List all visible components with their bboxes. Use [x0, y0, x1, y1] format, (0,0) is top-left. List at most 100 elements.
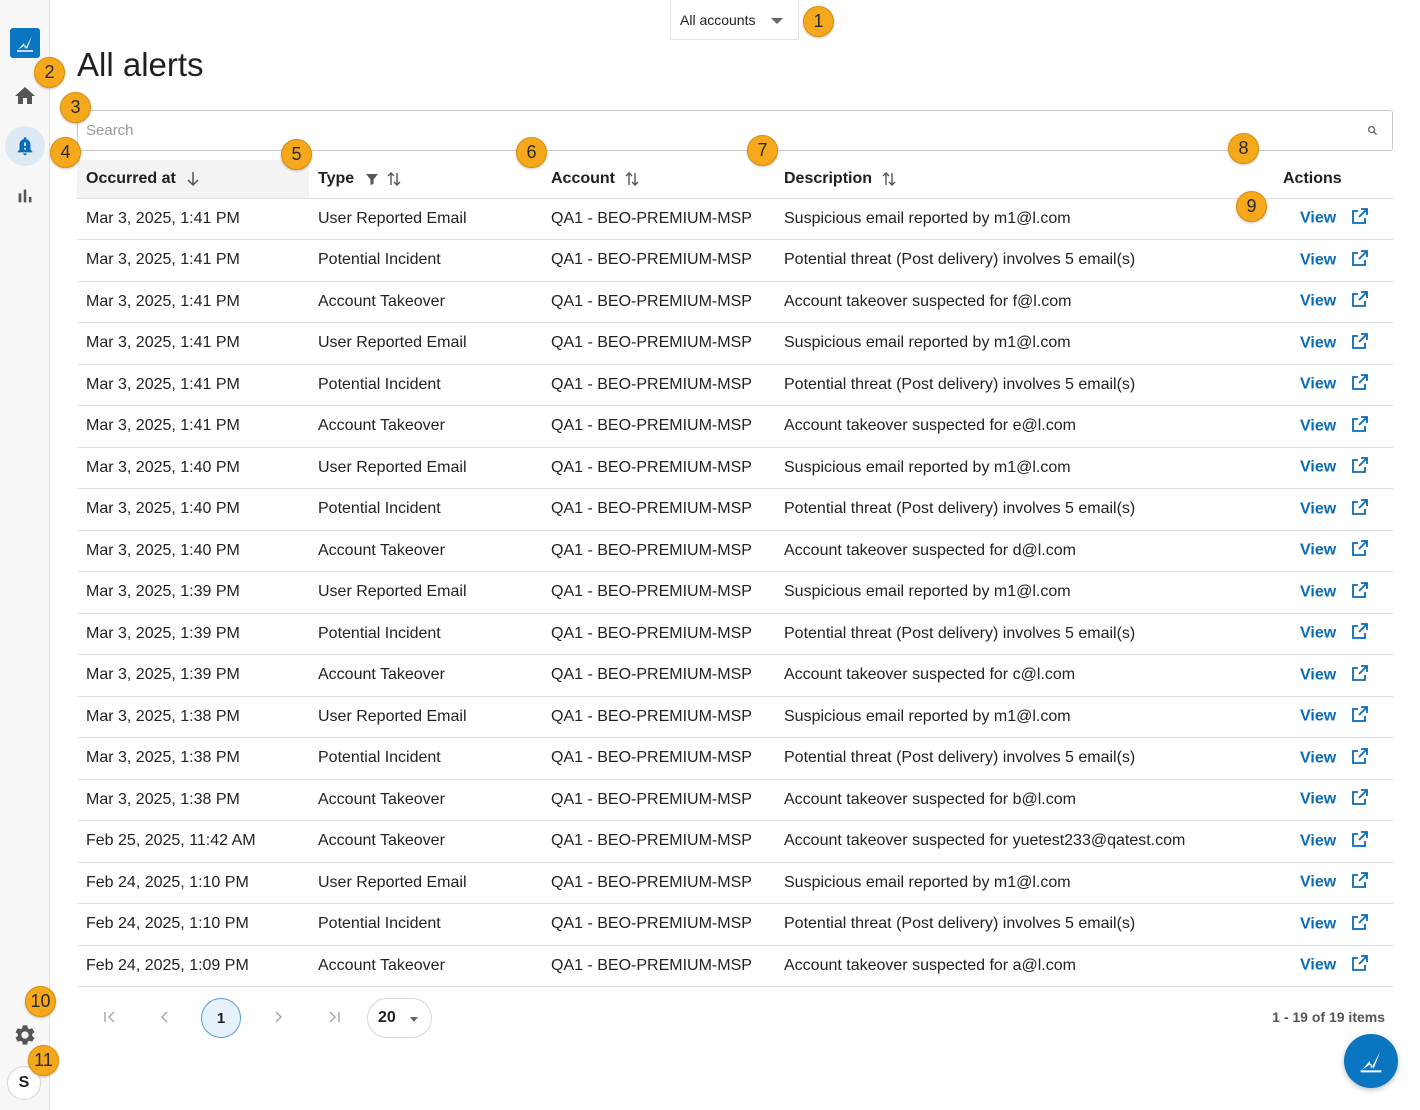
- sidebar-item-reports[interactable]: [5, 176, 45, 216]
- table-row[interactable]: Mar 3, 2025, 1:41 PM Account Takeover QA1 …: [77, 405, 1393, 448]
- open-in-new-icon[interactable]: [1350, 787, 1370, 812]
- open-in-new-icon[interactable]: [1350, 621, 1370, 646]
- first-page-button[interactable]: [90, 997, 130, 1037]
- open-in-new-icon[interactable]: [1350, 331, 1370, 356]
- column-header-description[interactable]: Description: [775, 160, 1245, 199]
- table-row[interactable]: Mar 3, 2025, 1:39 PM Account Takeover QA1 …: [77, 654, 1393, 697]
- filter-icon[interactable]: [365, 172, 379, 186]
- search-icon[interactable]: [1367, 125, 1378, 136]
- table-row[interactable]: Mar 3, 2025, 1:40 PM Account Takeover QA1 …: [77, 530, 1393, 572]
- sort-descending-icon[interactable]: [186, 171, 200, 187]
- table-row[interactable]: Mar 3, 2025, 1:39 PM User Reported Email Q…: [77, 571, 1393, 614]
- view-alert-link[interactable]: View: [1300, 334, 1336, 351]
- account-selector-label: All accounts: [680, 11, 756, 28]
- view-alert-link[interactable]: View: [1300, 293, 1336, 310]
- view-alert-link[interactable]: View: [1300, 791, 1336, 808]
- open-in-new-icon[interactable]: [1350, 248, 1370, 273]
- table-row[interactable]: Mar 3, 2025, 1:38 PM User Reported Email Q…: [77, 696, 1393, 738]
- table-row[interactable]: Mar 3, 2025, 1:39 PM Potential Incident QA…: [77, 613, 1393, 655]
- cell-account: QA1 - BEO-PREMIUM-MSP: [542, 239, 775, 282]
- sort-icon[interactable]: [387, 171, 401, 187]
- open-in-new-icon[interactable]: [1350, 829, 1370, 854]
- table-row[interactable]: Feb 24, 2025, 1:10 PM Potential Incident Q…: [77, 903, 1393, 946]
- sort-icon[interactable]: [882, 171, 896, 187]
- cell-type: Account Takeover: [309, 654, 542, 697]
- table-row[interactable]: Mar 3, 2025, 1:41 PM Potential Incident QA…: [77, 364, 1393, 406]
- cell-actions: View: [1245, 239, 1393, 282]
- column-header-type[interactable]: Type: [309, 160, 542, 199]
- callout-badge: 5: [281, 139, 312, 170]
- open-in-new-icon[interactable]: [1350, 372, 1370, 397]
- open-in-new-icon[interactable]: [1350, 953, 1370, 978]
- table-row[interactable]: Feb 24, 2025, 1:10 PM User Reported Email…: [77, 862, 1393, 904]
- table-row[interactable]: Mar 3, 2025, 1:40 PM Potential Incident QA…: [77, 488, 1393, 531]
- view-alert-link[interactable]: View: [1300, 915, 1336, 932]
- cell-actions: View: [1245, 945, 1393, 987]
- table-row[interactable]: Mar 3, 2025, 1:41 PM User Reported Email Q…: [77, 198, 1393, 240]
- open-in-new-icon[interactable]: [1350, 580, 1370, 605]
- open-in-new-icon[interactable]: [1350, 497, 1370, 522]
- sidebar: S: [0, 0, 50, 1110]
- chat-button[interactable]: [1344, 1034, 1398, 1088]
- open-in-new-icon[interactable]: [1350, 414, 1370, 439]
- search-input[interactable]: [78, 112, 1338, 149]
- view-alert-link[interactable]: View: [1300, 583, 1336, 600]
- cell-actions: View: [1245, 364, 1393, 406]
- column-header-account[interactable]: Account: [542, 160, 775, 199]
- cell-actions: View: [1245, 862, 1393, 904]
- view-alert-link[interactable]: View: [1300, 500, 1336, 517]
- view-alert-link[interactable]: View: [1300, 625, 1336, 642]
- sort-icon[interactable]: [625, 171, 639, 187]
- view-alert-link[interactable]: View: [1300, 666, 1336, 683]
- cell-occurred-at: Mar 3, 2025, 1:40 PM: [77, 488, 309, 531]
- table-row[interactable]: Mar 3, 2025, 1:41 PM Potential Incident QA…: [77, 239, 1393, 282]
- open-in-new-icon[interactable]: [1350, 912, 1370, 937]
- view-alert-link[interactable]: View: [1300, 210, 1336, 227]
- view-alert-link[interactable]: View: [1300, 376, 1336, 393]
- open-in-new-icon[interactable]: [1350, 704, 1370, 729]
- table-row[interactable]: Mar 3, 2025, 1:38 PM Account Takeover QA1 …: [77, 779, 1393, 821]
- open-in-new-icon[interactable]: [1350, 538, 1370, 563]
- column-header-occurred-at[interactable]: Occurred at: [77, 160, 309, 199]
- cell-account: QA1 - BEO-PREMIUM-MSP: [542, 945, 775, 987]
- cell-occurred-at: Feb 24, 2025, 1:09 PM: [77, 945, 309, 987]
- column-header-label: Type: [318, 169, 355, 187]
- cell-actions: View: [1245, 696, 1393, 738]
- page-size-select[interactable]: 20: [367, 998, 432, 1038]
- cell-occurred-at: Mar 3, 2025, 1:40 PM: [77, 530, 309, 572]
- view-alert-link[interactable]: View: [1300, 417, 1336, 434]
- view-alert-link[interactable]: View: [1300, 708, 1336, 725]
- chevron-left-icon: [160, 1011, 168, 1023]
- open-in-new-icon[interactable]: [1350, 289, 1370, 314]
- table-row[interactable]: Mar 3, 2025, 1:41 PM User Reported Email Q…: [77, 322, 1393, 365]
- table-row[interactable]: Feb 25, 2025, 11:42 AM Account Takeover QA…: [77, 820, 1393, 863]
- view-alert-link[interactable]: View: [1300, 459, 1336, 476]
- page-number-current[interactable]: 1: [201, 998, 241, 1038]
- cell-occurred-at: Mar 3, 2025, 1:38 PM: [77, 779, 309, 821]
- open-in-new-icon[interactable]: [1350, 870, 1370, 895]
- next-page-button[interactable]: [258, 997, 298, 1037]
- view-alert-link[interactable]: View: [1300, 749, 1336, 766]
- table-row[interactable]: Mar 3, 2025, 1:40 PM User Reported Email Q…: [77, 447, 1393, 489]
- view-alert-link[interactable]: View: [1300, 874, 1336, 891]
- last-page-button[interactable]: [314, 997, 354, 1037]
- cell-description: Account takeover suspected for yuetest23…: [775, 820, 1245, 863]
- brand-logo-icon[interactable]: [10, 28, 40, 58]
- table-row[interactable]: Mar 3, 2025, 1:38 PM Potential Incident QA…: [77, 737, 1393, 780]
- account-selector[interactable]: All accounts: [670, 0, 799, 40]
- callout-badge: 11: [28, 1045, 59, 1076]
- open-in-new-icon[interactable]: [1350, 663, 1370, 688]
- open-in-new-icon[interactable]: [1350, 455, 1370, 480]
- cell-account: QA1 - BEO-PREMIUM-MSP: [542, 696, 775, 738]
- open-in-new-icon[interactable]: [1350, 206, 1370, 231]
- view-alert-link[interactable]: View: [1300, 251, 1336, 268]
- view-alert-link[interactable]: View: [1300, 957, 1336, 974]
- sidebar-item-alerts[interactable]: [5, 126, 45, 166]
- view-alert-link[interactable]: View: [1300, 542, 1336, 559]
- view-alert-link[interactable]: View: [1300, 832, 1336, 849]
- table-row[interactable]: Feb 24, 2025, 1:09 PM Account Takeover QA1…: [77, 945, 1393, 987]
- previous-page-button[interactable]: [145, 997, 185, 1037]
- open-in-new-icon[interactable]: [1350, 746, 1370, 771]
- table-row[interactable]: Mar 3, 2025, 1:41 PM Account Takeover QA1 …: [77, 281, 1393, 323]
- callout-badge: 6: [516, 137, 547, 168]
